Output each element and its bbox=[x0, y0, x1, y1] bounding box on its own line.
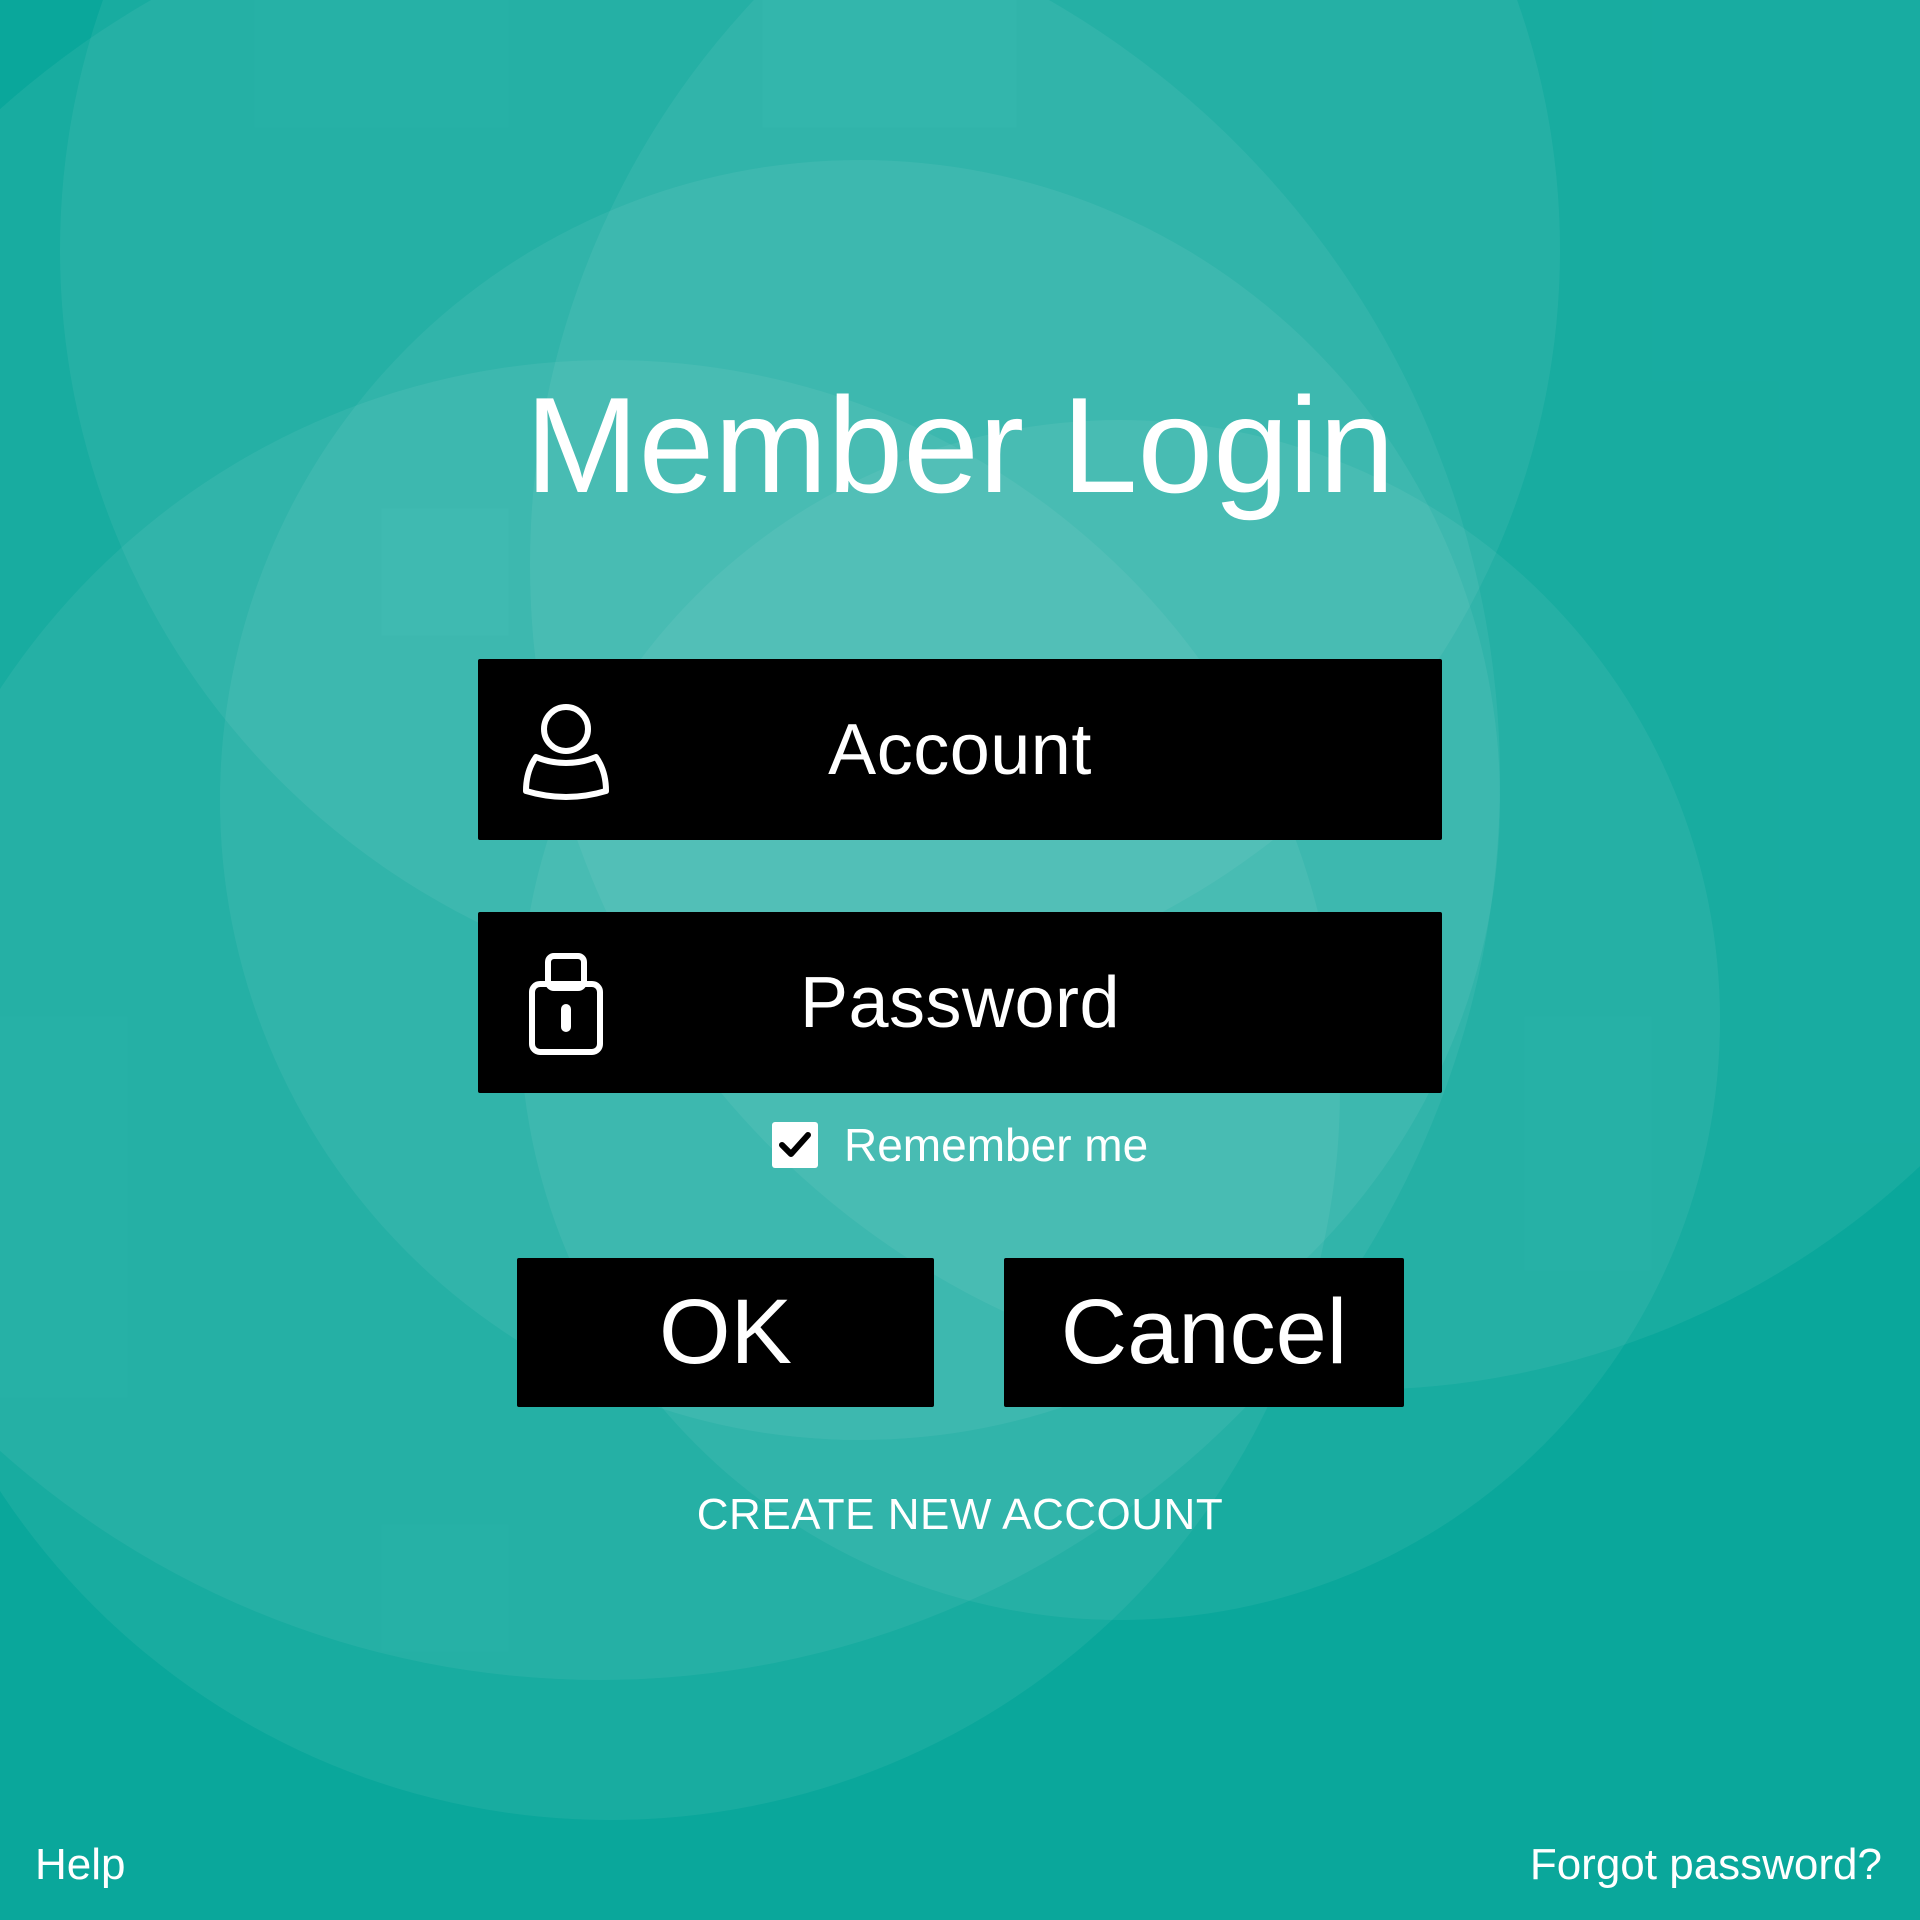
account-placeholder: Account bbox=[828, 709, 1092, 790]
checkmark-icon bbox=[779, 1132, 811, 1157]
account-field[interactable]: Account bbox=[478, 659, 1442, 840]
help-link[interactable]: Help bbox=[35, 1840, 126, 1890]
page-title: Member Login bbox=[525, 369, 1395, 521]
remember-me-label: Remember me bbox=[844, 1119, 1149, 1171]
forgot-password-link[interactable]: Forgot password? bbox=[1530, 1840, 1882, 1890]
remember-me-checkbox[interactable] bbox=[772, 1122, 818, 1168]
password-field[interactable]: Password bbox=[478, 912, 1442, 1093]
create-account-link[interactable]: CREATE NEW ACCOUNT bbox=[0, 1490, 1920, 1540]
cancel-button[interactable]: Cancel bbox=[1004, 1258, 1404, 1407]
password-placeholder: Password bbox=[799, 962, 1121, 1043]
remember-me-row[interactable]: Remember me bbox=[772, 1119, 1149, 1171]
ok-button[interactable]: OK bbox=[517, 1258, 934, 1407]
